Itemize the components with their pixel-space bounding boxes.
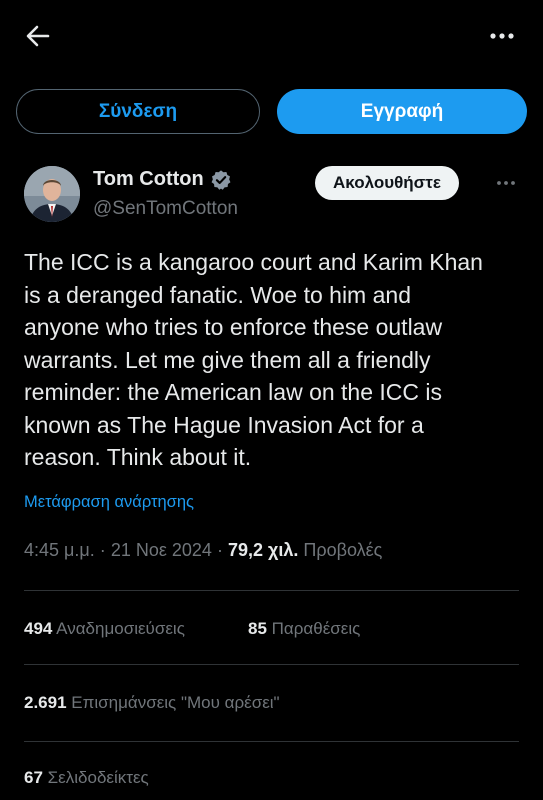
post-meta: 4:45 μ.μ. · 21 Νοε 2024 · 79,2 χιλ. Προβ… <box>24 540 382 561</box>
meta-separator: · <box>216 540 223 560</box>
divider <box>24 741 519 742</box>
bookmarks-label: Σελιδοδείκτες <box>47 768 149 787</box>
follow-button[interactable]: Ακολουθήστε <box>315 166 459 200</box>
quotes-count: 85 <box>248 619 267 638</box>
tweet-line: known as The Hague Invasion Act for a <box>24 411 424 438</box>
post-date[interactable]: 21 Νοε 2024 <box>111 540 212 560</box>
post-more-button[interactable] <box>494 176 518 190</box>
likes-count: 2.691 <box>24 693 67 712</box>
signup-button[interactable]: Εγγραφή <box>277 89 527 134</box>
reposts-label: Αναδημοσιεύσεις <box>56 619 185 638</box>
views-count: 79,2 χιλ. <box>227 540 299 560</box>
bookmarks-stat[interactable]: 67 Σελιδοδείκτες <box>24 768 149 788</box>
bookmarks-count: 67 <box>24 768 43 787</box>
author-name[interactable]: Tom Cotton <box>93 168 204 191</box>
reposts-stat[interactable]: 494 Αναδημοσιεύσεις <box>24 619 185 639</box>
more-horizontal-icon <box>490 33 514 39</box>
tweet-line: warrants. Let me give them all a friendl… <box>24 346 431 373</box>
verified-badge-icon <box>211 169 231 190</box>
tweet-text: The ICC is a kangaroo court and Karim Kh… <box>24 246 524 474</box>
more-options-button[interactable] <box>486 24 518 48</box>
tweet-line: anyone who tries to enforce these outlaw <box>24 314 443 340</box>
likes-stat[interactable]: 2.691 Επισημάνσεις "Μου αρέσει" <box>24 693 280 713</box>
translate-post-link[interactable]: Μετάφραση ανάρτησης <box>24 493 194 512</box>
tweet-line: The ICC is a kangaroo court and Karim Kh… <box>24 249 483 275</box>
views-label: Προβολές <box>303 540 383 560</box>
author-name-row: Tom Cotton <box>93 168 232 191</box>
likes-label: Επισημάνσεις "Μου αρέσει" <box>71 693 280 712</box>
quotes-stat[interactable]: 85 Παραθέσεις <box>248 619 360 639</box>
more-horizontal-icon <box>497 181 515 185</box>
divider <box>24 590 519 591</box>
quotes-label: Παραθέσεις <box>271 619 361 638</box>
meta-separator: · <box>99 540 106 560</box>
reposts-count: 494 <box>24 619 53 638</box>
back-button[interactable] <box>18 22 58 50</box>
tweet-line: is a deranged fanatic. Woe to him and <box>24 281 411 308</box>
login-button[interactable]: Σύνδεση <box>16 89 260 134</box>
tweet-line: reason. Think about it. <box>24 444 252 470</box>
divider <box>24 664 519 665</box>
avatar[interactable] <box>24 166 80 222</box>
tweet-line: reminder: the American law on the ICC is <box>24 379 443 405</box>
arrow-left-icon <box>26 25 50 47</box>
author-handle[interactable]: @SenTomCotton <box>93 198 238 220</box>
post-time[interactable]: 4:45 μ.μ. <box>24 540 95 560</box>
avatar-image <box>24 166 80 222</box>
